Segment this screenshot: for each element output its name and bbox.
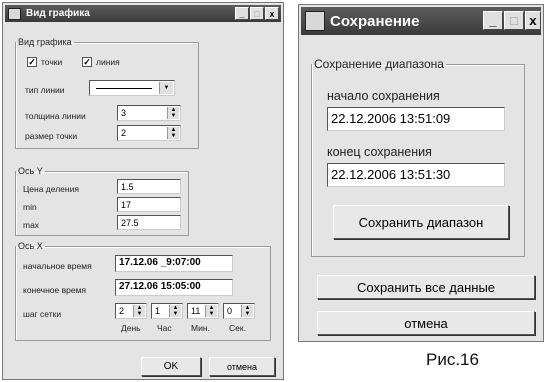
close-icon[interactable]: x	[265, 7, 279, 20]
grid-second-value: 0	[227, 306, 233, 316]
line-width-value: 3	[121, 108, 127, 118]
save-start-value: 22.12.2006 13:51:09	[331, 111, 451, 126]
grid-minute-value: 11	[191, 306, 201, 316]
ok-button[interactable]: OK	[141, 357, 201, 376]
save-window-controls: _ □ x	[483, 11, 541, 30]
x-end-value: 27.12.06 15:05:00	[119, 281, 201, 292]
maximize-icon: □	[250, 7, 264, 20]
app-icon	[305, 11, 325, 31]
x-start-value: 17.12.06 _9:07:00	[119, 257, 201, 268]
point-size-input[interactable]: 2 ▲ ▼	[117, 125, 181, 141]
grid-hour-label: Час	[157, 323, 172, 333]
y-min-input[interactable]: 17	[117, 197, 181, 212]
y-min-value: 17	[121, 200, 132, 210]
grid-hour-spinner-icon[interactable]: ▲ ▼	[169, 305, 181, 317]
save-range-button-label: Сохранить диапазон	[358, 214, 484, 230]
grid-second-spinner[interactable]: 0 ▲ ▼	[223, 303, 255, 319]
graph-type-legend: Вид графика	[18, 37, 72, 47]
save-end-input[interactable]: 22.12.2006 13:51:30	[327, 163, 505, 187]
grid-step-label: шаг сетки	[23, 309, 62, 319]
figure-caption: Рис.16	[426, 350, 479, 369]
save-start-label: начало сохранения	[327, 89, 440, 103]
line-width-input[interactable]: 3 ▲ ▼	[117, 105, 181, 121]
x-start-label: начальное время	[23, 261, 92, 271]
grid-hour-spinner[interactable]: 1 ▲ ▼	[151, 303, 183, 319]
graph-view-window: Вид графика _ □ x Вид графика ✓ точки ✓ …	[2, 2, 284, 380]
save-start-input[interactable]: 22.12.2006 13:51:09	[327, 107, 505, 131]
grid-day-spinner[interactable]: 2 ▲ ▼	[115, 303, 147, 319]
save-all-button[interactable]: Сохранить все данные	[317, 275, 535, 299]
x-start-input[interactable]: 17.12.06 _9:07:00	[115, 255, 233, 272]
x-axis-legend: Ось X	[18, 241, 43, 251]
grid-day-label: День	[121, 323, 141, 333]
x-end-label: конечное время	[23, 285, 87, 295]
y-max-label: max	[23, 220, 40, 230]
y-axis-legend: Ось Y	[18, 166, 43, 176]
save-end-label: конец сохранения	[327, 145, 432, 159]
points-checkbox[interactable]: ✓	[27, 57, 37, 67]
graph-view-title: Вид графика	[26, 8, 90, 19]
minimize-icon[interactable]: _	[235, 7, 249, 20]
line-type-select[interactable]: ▼	[89, 80, 175, 96]
line-checkbox[interactable]: ✓	[82, 57, 92, 67]
grid-minute-spinner[interactable]: 11 ▲ ▼	[187, 303, 219, 319]
minimize-icon[interactable]: _	[483, 11, 503, 30]
save-range-legend: Сохранение диапазона	[314, 57, 444, 71]
close-icon[interactable]: x	[525, 11, 541, 30]
graph-cancel-button[interactable]: отмена	[209, 357, 275, 376]
grid-hour-value: 1	[155, 306, 161, 316]
grid-day-spinner-icon[interactable]: ▲ ▼	[133, 305, 145, 317]
line-width-spinner-icon[interactable]: ▲ ▼	[167, 107, 179, 119]
line-type-label: тип линии	[25, 85, 65, 95]
save-title: Сохранение	[330, 12, 420, 30]
ok-button-label: OK	[163, 361, 179, 372]
grid-second-label: Сек.	[229, 323, 246, 333]
line-type-preview	[96, 88, 152, 89]
point-size-label: размер точки	[25, 131, 78, 141]
save-all-button-label: Сохранить все данные	[356, 279, 496, 295]
chevron-down-icon[interactable]: ▼	[159, 82, 173, 94]
grid-second-spinner-icon[interactable]: ▲ ▼	[241, 305, 253, 317]
line-label: линия	[96, 57, 120, 67]
y-division-input[interactable]: 1.5	[117, 179, 181, 194]
grid-minute-label: Мин.	[191, 323, 210, 333]
graph-view-window-controls: _ □ x	[235, 7, 279, 20]
save-window: Сохранение _ □ x Сохранение диапазона на…	[298, 4, 544, 342]
point-size-spinner-icon[interactable]: ▲ ▼	[167, 127, 179, 139]
grid-minute-spinner-icon[interactable]: ▲ ▼	[205, 305, 217, 317]
y-min-label: min	[23, 202, 37, 212]
maximize-icon: □	[504, 11, 524, 30]
save-range-button[interactable]: Сохранить диапазон	[333, 205, 509, 239]
points-label: точки	[41, 57, 63, 67]
save-cancel-button[interactable]: отмена	[317, 311, 535, 335]
save-cancel-button-label: отмена	[404, 315, 448, 331]
point-size-value: 2	[121, 128, 127, 138]
line-width-label: толщина линии	[25, 111, 86, 121]
y-division-value: 1.5	[121, 182, 134, 192]
y-division-label: Цена деления	[23, 184, 79, 194]
grid-day-value: 2	[119, 306, 125, 316]
save-end-value: 22.12.2006 13:51:30	[331, 167, 451, 182]
x-end-input[interactable]: 27.12.06 15:05:00	[115, 279, 233, 296]
y-max-input[interactable]: 27.5	[117, 215, 181, 230]
app-icon	[8, 7, 21, 20]
y-max-value: 27.5	[121, 218, 139, 228]
graph-cancel-button-label: отмена	[226, 361, 258, 372]
